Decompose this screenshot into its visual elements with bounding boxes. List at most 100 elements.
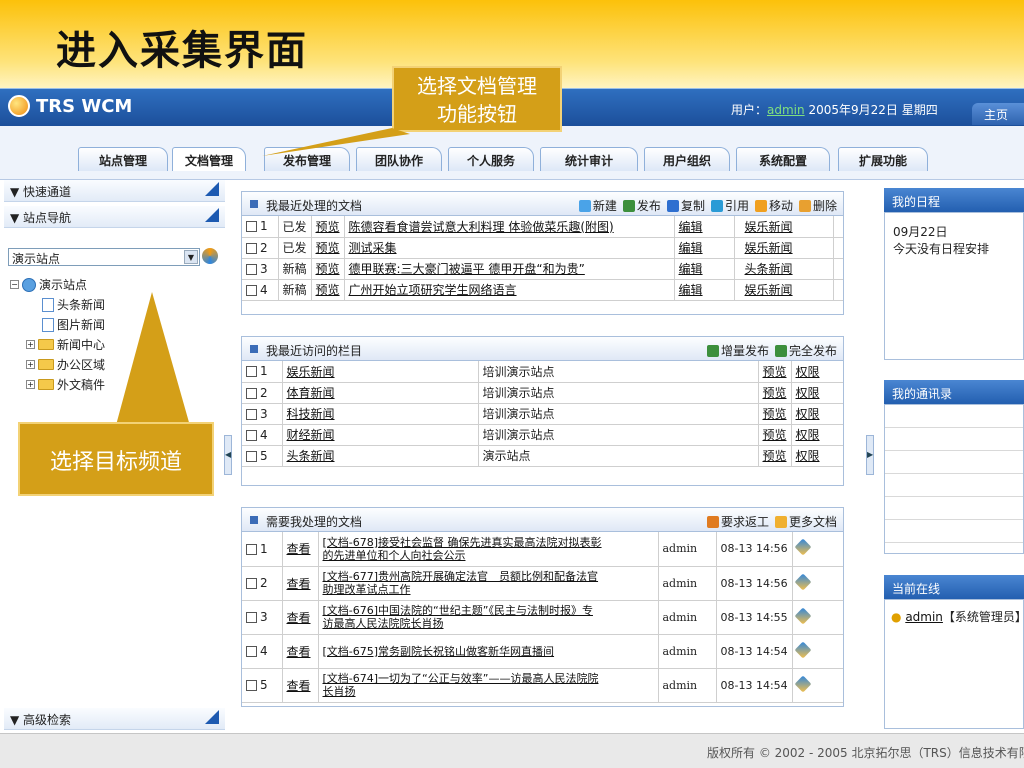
edit-icon-cell[interactable] bbox=[792, 532, 843, 567]
tree-item-headline[interactable]: 头条新闻 bbox=[42, 296, 105, 313]
schedule-panel: 09月22日 今天没有日程安排 bbox=[884, 212, 1024, 360]
edit-icon-cell[interactable] bbox=[792, 634, 843, 669]
view-link[interactable]: 查看 bbox=[282, 668, 319, 703]
full-publish-button[interactable]: 完全发布 bbox=[774, 342, 837, 359]
preview-link[interactable]: 预览 bbox=[758, 361, 792, 383]
copy-button[interactable]: 复制 bbox=[666, 197, 705, 214]
row-checkbox[interactable] bbox=[246, 242, 257, 254]
quick-access-header[interactable]: ▼ 快速通道 bbox=[4, 180, 225, 202]
doc-title-link[interactable]: 陈德容看食谱尝试意大利料理 体验做菜乐趣(附图) bbox=[344, 216, 675, 238]
todo-doc-title-link[interactable]: [文档-676]中国法院的“世纪主题”《民主与法制时报》专 访最高人民法院院长肖扬 bbox=[318, 600, 659, 635]
online-user-link[interactable]: admin bbox=[905, 610, 943, 624]
advanced-search-header[interactable]: ▼ 高级检索 bbox=[4, 708, 225, 730]
site-name: 培训演示站点 bbox=[478, 424, 759, 446]
todo-doc-title-link[interactable]: [文档-678]接受社会监督 确保先进真实最高法院对拟表彰 的先进单位和个人向社会… bbox=[318, 532, 659, 567]
preview-link[interactable]: 预览 bbox=[311, 216, 345, 238]
tab-personal[interactable]: 个人服务 bbox=[448, 147, 534, 171]
tab-site-management[interactable]: 站点管理 bbox=[78, 147, 168, 171]
channel-name-link[interactable]: 财经新闻 bbox=[282, 424, 479, 446]
todo-doc-title-link[interactable]: [文档-674]一切为了“公正与效率”——访最高人民法院院 长肖扬 bbox=[318, 668, 659, 703]
site-icon bbox=[22, 277, 36, 292]
tab-statistics[interactable]: 统计审计 bbox=[540, 147, 638, 171]
folder-open-icon bbox=[774, 516, 787, 528]
row-checkbox[interactable] bbox=[246, 450, 257, 462]
preview-link[interactable]: 预览 bbox=[758, 424, 792, 446]
row-checkbox[interactable] bbox=[246, 263, 257, 275]
row-checkbox[interactable] bbox=[246, 387, 257, 399]
tab-system-config[interactable]: 系统配置 bbox=[736, 147, 830, 171]
row-checkbox[interactable] bbox=[246, 612, 257, 623]
table-row: 3 新稿 预览 德甲联赛:三大豪门被逼平 德甲开盘“和为贵” 编辑 头条新闻 bbox=[242, 258, 843, 280]
permission-link[interactable]: 权限 bbox=[791, 403, 843, 425]
site-nav-header[interactable]: ▼ 站点导航 bbox=[4, 206, 225, 228]
doc-title-link[interactable]: 德甲联赛:三大豪门被逼平 德甲开盘“和为贵” bbox=[344, 258, 675, 280]
channel-name-link[interactable]: 娱乐新闻 bbox=[282, 361, 479, 383]
row-checkbox[interactable] bbox=[246, 646, 257, 657]
edit-icon-cell[interactable] bbox=[792, 566, 843, 601]
tree-item-office[interactable]: + 办公区域 bbox=[26, 356, 105, 373]
home-tab[interactable]: 主页 bbox=[972, 103, 1024, 125]
preview-link[interactable]: 预览 bbox=[311, 237, 345, 259]
new-button[interactable]: 新建 bbox=[578, 197, 617, 214]
doc-title-link[interactable]: 广州开始立项研究学生网络语言 bbox=[344, 279, 675, 301]
todo-doc-title-link[interactable]: [文档-675]常务副院长祝铭山做客新华网直播间 bbox=[318, 634, 659, 669]
preview-link[interactable]: 预览 bbox=[758, 382, 792, 404]
row-checkbox[interactable] bbox=[246, 543, 257, 555]
publish-button[interactable]: 发布 bbox=[622, 197, 661, 214]
tree-item-news-center[interactable]: + 新闻中心 bbox=[26, 336, 105, 353]
channel-name-link[interactable]: 科技新闻 bbox=[282, 403, 479, 425]
view-link[interactable]: 查看 bbox=[282, 634, 319, 669]
edit-link[interactable]: 编辑 bbox=[674, 258, 735, 280]
todo-doc-title-link[interactable]: [文档-677]贵州高院开展确定法官 员额比例和配备法官 助理改革试点工作 bbox=[318, 566, 659, 601]
edit-link[interactable]: 编辑 bbox=[674, 216, 735, 238]
more-docs-button[interactable]: 更多文档 bbox=[774, 513, 837, 530]
preview-link[interactable]: 预览 bbox=[758, 403, 792, 425]
tree-item-demo-site[interactable]: − 演示站点 bbox=[10, 276, 87, 293]
channel-link[interactable]: 头条新闻 bbox=[734, 258, 834, 280]
preview-link[interactable]: 预览 bbox=[758, 445, 792, 467]
tree-item-photo-news[interactable]: 图片新闻 bbox=[42, 316, 105, 333]
collapse-left-handle[interactable]: ◀ bbox=[224, 435, 232, 475]
channel-name-link[interactable]: 头条新闻 bbox=[282, 445, 479, 467]
user-name-link[interactable]: admin bbox=[767, 103, 805, 117]
pen-icon bbox=[794, 675, 812, 692]
view-link[interactable]: 查看 bbox=[282, 600, 319, 635]
row-checkbox[interactable] bbox=[246, 408, 257, 420]
view-link[interactable]: 查看 bbox=[282, 532, 319, 567]
doc-title-link[interactable]: 测试采集 bbox=[344, 237, 675, 259]
tab-extensions[interactable]: 扩展功能 bbox=[838, 147, 928, 171]
incremental-publish-button[interactable]: 增量发布 bbox=[706, 342, 769, 359]
collapse-right-handle[interactable]: ▶ bbox=[866, 435, 874, 475]
delete-button[interactable]: 删除 bbox=[798, 197, 837, 214]
row-checkbox[interactable] bbox=[246, 366, 257, 378]
permission-link[interactable]: 权限 bbox=[791, 361, 843, 383]
rework-button[interactable]: 要求返工 bbox=[706, 513, 769, 530]
channel-link[interactable]: 娱乐新闻 bbox=[734, 237, 834, 259]
edit-icon-cell[interactable] bbox=[792, 600, 843, 635]
row-checkbox[interactable] bbox=[246, 578, 257, 589]
preview-link[interactable]: 预览 bbox=[311, 258, 345, 280]
tab-document-management[interactable]: 文档管理 bbox=[172, 147, 246, 171]
move-button[interactable]: 移动 bbox=[754, 197, 793, 214]
channel-link[interactable]: 娱乐新闻 bbox=[734, 216, 834, 238]
channel-name-link[interactable]: 体育新闻 bbox=[282, 382, 479, 404]
tab-users[interactable]: 用户组织 bbox=[644, 147, 730, 171]
row-checkbox[interactable] bbox=[246, 429, 257, 441]
edit-icon-cell[interactable] bbox=[792, 668, 843, 703]
view-link[interactable]: 查看 bbox=[282, 566, 319, 601]
preview-link[interactable]: 预览 bbox=[311, 279, 345, 301]
tree-item-foreign[interactable]: + 外文稿件 bbox=[26, 376, 105, 393]
permission-link[interactable]: 权限 bbox=[791, 382, 843, 404]
site-select[interactable]: 演示站点 ▼ bbox=[8, 248, 200, 266]
row-checkbox[interactable] bbox=[246, 680, 257, 691]
edit-link[interactable]: 编辑 bbox=[674, 279, 735, 301]
channel-link[interactable]: 娱乐新闻 bbox=[734, 279, 834, 301]
quote-button[interactable]: 引用 bbox=[710, 197, 749, 214]
permission-link[interactable]: 权限 bbox=[791, 445, 843, 467]
row-checkbox[interactable] bbox=[246, 221, 257, 233]
permission-link[interactable]: 权限 bbox=[791, 424, 843, 446]
todo-docs-panel: 需要我处理的文档 要求返工 更多文档 1 查看 [文档-678]接受社会监督 确… bbox=[241, 507, 844, 707]
row-checkbox[interactable] bbox=[246, 284, 257, 296]
refresh-icon[interactable] bbox=[202, 248, 218, 264]
edit-link[interactable]: 编辑 bbox=[674, 237, 735, 259]
